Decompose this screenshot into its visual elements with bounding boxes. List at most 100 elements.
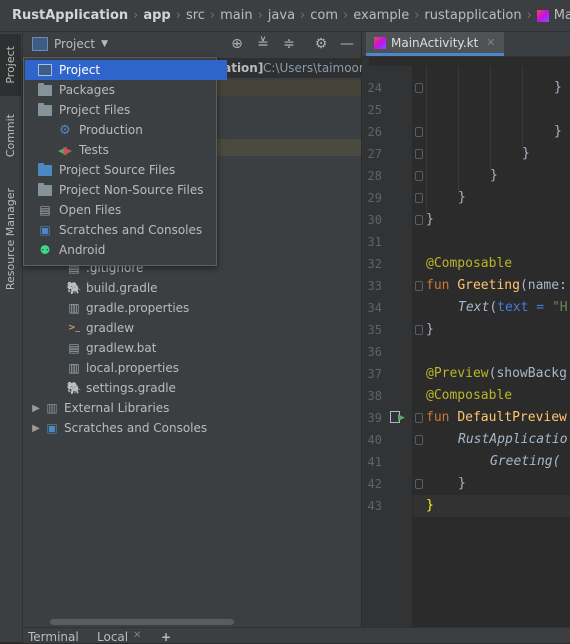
tool-tab-project[interactable]: Project [0, 34, 21, 96]
tree-item-label: local.properties [86, 361, 180, 375]
scratches-icon: ▣ [39, 223, 51, 237]
tool-window-strip: Project Commit Resource Manager [0, 32, 23, 642]
code-token: fun [426, 410, 458, 425]
breadcrumb-module[interactable]: app [143, 8, 170, 23]
tree-item-gradlew[interactable]: >_ gradlew [66, 318, 134, 338]
tree-item-scratches[interactable]: ▶ ▣ Scratches and Consoles [28, 418, 207, 438]
navigation-breadcrumb: RustApplication › app › src › main › java › c… [0, 0, 570, 32]
fold-marker-icon[interactable] [415, 193, 423, 203]
code-line: } [458, 476, 466, 491]
breadcrumb-package[interactable]: rustapplication [424, 8, 521, 23]
popup-item-label: Project [59, 63, 101, 77]
code-token: (showBackg [488, 366, 567, 381]
breadcrumb-main[interactable]: main [220, 8, 252, 23]
code-line: } [426, 322, 434, 337]
close-icon[interactable]: ✕ [486, 36, 495, 49]
popup-item-label: Project Non-Source Files [59, 183, 204, 197]
fold-marker-icon[interactable] [415, 83, 423, 93]
horizontal-scrollbar[interactable] [50, 619, 234, 625]
fold-marker-icon[interactable] [415, 281, 423, 291]
tree-item-gradlew-bat[interactable]: ▤ gradlew.bat [66, 338, 156, 358]
code-line: } [426, 212, 434, 227]
collapse-all-icon[interactable]: ≑ [281, 36, 297, 52]
properties-file-icon: ▥ [68, 361, 80, 375]
popup-item-open-files[interactable]: ▤ Open Files [25, 200, 227, 220]
breadcrumb-separator: › [209, 8, 216, 23]
indent-guide [522, 66, 523, 150]
breadcrumb-project[interactable]: RustApplication [12, 8, 128, 23]
popup-item-production[interactable]: ⚙ Production [25, 120, 247, 140]
run-preview-icon[interactable]: ▶ [398, 413, 405, 423]
editor-tab[interactable]: MainActivity.kt ✕ [366, 32, 504, 56]
breadcrumb-com[interactable]: com [310, 8, 338, 23]
view-selector[interactable]: Project ▼ [32, 37, 108, 51]
editor-top-area [369, 57, 570, 66]
fold-marker-icon[interactable] [415, 435, 423, 445]
breadcrumb-java[interactable]: java [268, 8, 295, 23]
gear-icon[interactable]: ⚙ [313, 36, 329, 52]
locate-target-icon[interactable]: ⊕ [229, 36, 245, 52]
breadcrumb-src[interactable]: src [186, 8, 205, 23]
library-icon: ▥ [46, 401, 58, 415]
fold-marker-icon[interactable] [415, 149, 423, 159]
popup-item-packages[interactable]: Packages [25, 80, 227, 100]
code-line: } [426, 498, 434, 513]
folder-icon [37, 82, 53, 98]
tree-item-build-gradle[interactable]: 🐘 build.gradle [66, 278, 158, 298]
current-line-highlight [413, 495, 570, 517]
tests-icon: ◀ ▶ [58, 143, 72, 157]
popup-item-project-files[interactable]: Project Files [25, 100, 227, 120]
fold-marker-icon[interactable] [415, 171, 423, 181]
tree-item-settings-gradle[interactable]: 🐘 settings.gradle [66, 378, 176, 398]
project-view-icon [32, 37, 48, 51]
shell-file-icon: >_ [67, 323, 81, 333]
fold-marker-icon[interactable] [415, 127, 423, 137]
code-token: DefaultPreview [457, 410, 567, 425]
code-line: @Composable [426, 388, 513, 403]
tool-tab-commit-label: Commit [4, 114, 17, 158]
code-line: RustApplicatio [458, 432, 568, 447]
fold-marker-icon[interactable] [415, 479, 423, 489]
breadcrumb-separator: › [414, 8, 420, 23]
line-number: 43 [367, 499, 382, 513]
editor-tab-label: MainActivity.kt [391, 35, 479, 50]
code-line: @Preview(showBackg [426, 363, 567, 385]
fold-marker-icon[interactable] [415, 325, 423, 335]
popup-item-scratches[interactable]: ▣ Scratches and Consoles [25, 220, 227, 240]
line-number: 29 [367, 191, 382, 205]
breadcrumb-file[interactable]: MainActivity.kt [536, 8, 570, 23]
fold-marker-icon[interactable] [415, 215, 423, 225]
tool-tab-commit[interactable]: Commit [0, 106, 21, 166]
chevron-right-icon[interactable]: ▶ [28, 403, 44, 414]
line-number: 24 [367, 81, 382, 95]
popup-item-android[interactable]: ⚉ Android [25, 240, 227, 260]
popup-item-label: Packages [59, 83, 115, 97]
tree-item-local-properties[interactable]: ▥ local.properties [66, 358, 179, 378]
popup-item-tests[interactable]: ◀ ▶ Tests [25, 140, 247, 160]
close-icon[interactable]: ✕ [133, 630, 141, 641]
tree-item-gradle-properties[interactable]: ▥ gradle.properties [66, 298, 189, 318]
fold-marker-icon[interactable] [415, 413, 423, 423]
code-token: Text [458, 300, 490, 315]
highlighted-tree-row [215, 80, 361, 96]
code-token: ( [489, 300, 498, 315]
tree-item-label: gradlew.bat [86, 341, 157, 355]
line-number: 36 [367, 345, 382, 359]
breadcrumb-separator: › [343, 8, 349, 23]
tree-item-external-libraries[interactable]: ▶ ▥ External Libraries [28, 398, 169, 418]
line-number: 35 [367, 323, 382, 337]
popup-item-non-source-files[interactable]: Project Non-Source Files [25, 180, 227, 200]
code-line: Greeting( [490, 454, 561, 469]
breadcrumb-example[interactable]: example [353, 8, 409, 23]
view-selector-popup: Project Packages Project Files ⚙ Product… [23, 57, 227, 266]
code-token: Greeting [457, 278, 520, 293]
chevron-right-icon[interactable]: ▶ [28, 423, 44, 434]
popup-item-project[interactable]: Project [25, 60, 227, 80]
gradle-icon: 🐘 [66, 381, 82, 395]
editor-tab-bar: MainActivity.kt ✕ [362, 32, 570, 57]
hide-panel-icon[interactable]: — [339, 36, 355, 52]
popup-item-source-files[interactable]: Project Source Files [25, 160, 227, 180]
expand-all-icon[interactable]: ≚ [255, 36, 271, 52]
breadcrumb-separator: › [175, 8, 181, 23]
tool-tab-resource-manager[interactable]: Resource Manager [0, 180, 21, 298]
